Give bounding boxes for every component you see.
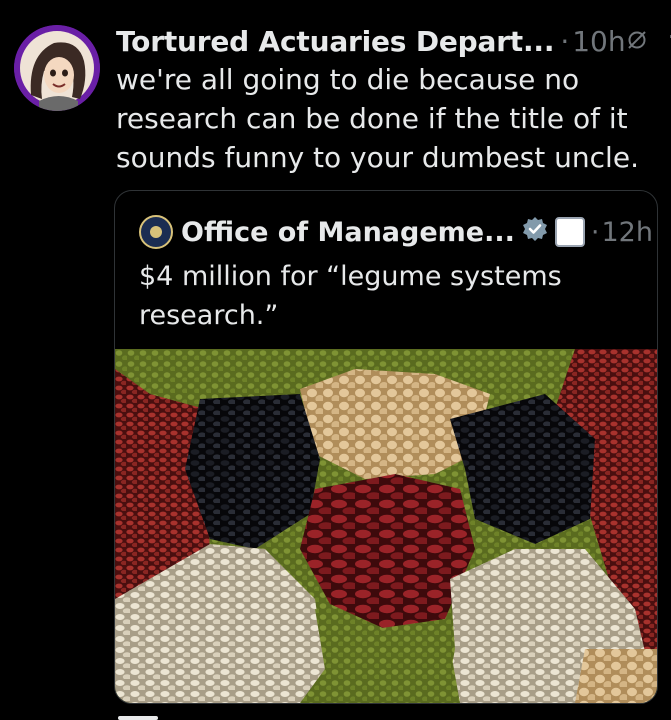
tweet-text: we're all going to die because no resear… xyxy=(116,63,639,174)
quote-timestamp[interactable]: 12h xyxy=(601,217,652,248)
legume-photo[interactable] xyxy=(115,349,657,703)
quote-text: $4 million for “legume systems research.… xyxy=(139,261,562,331)
author-name[interactable]: Tortured Actuaries Depart... xyxy=(116,25,555,58)
government-seal-icon[interactable] xyxy=(139,215,173,249)
white-house-badge-icon[interactable] xyxy=(554,217,585,247)
tweet-header: Tortured Actuaries Depart... · 10h ··· xyxy=(116,22,671,60)
avatar[interactable] xyxy=(14,25,100,111)
header-separator: · xyxy=(560,24,570,58)
tweet-timestamp[interactable]: 10h xyxy=(572,25,625,58)
quote-tweet-card[interactable]: Office of Manageme... · 12h $4 million f… xyxy=(114,190,658,704)
quote-separator: · xyxy=(590,216,600,248)
more-icon[interactable]: ··· xyxy=(668,25,671,49)
next-post-indicator xyxy=(118,716,158,720)
quote-header: Office of Manageme... · 12h xyxy=(139,211,653,253)
muted-icon[interactable] xyxy=(626,25,648,58)
verified-icon[interactable] xyxy=(521,215,549,250)
quote-author-name[interactable]: Office of Manageme... xyxy=(181,217,515,248)
